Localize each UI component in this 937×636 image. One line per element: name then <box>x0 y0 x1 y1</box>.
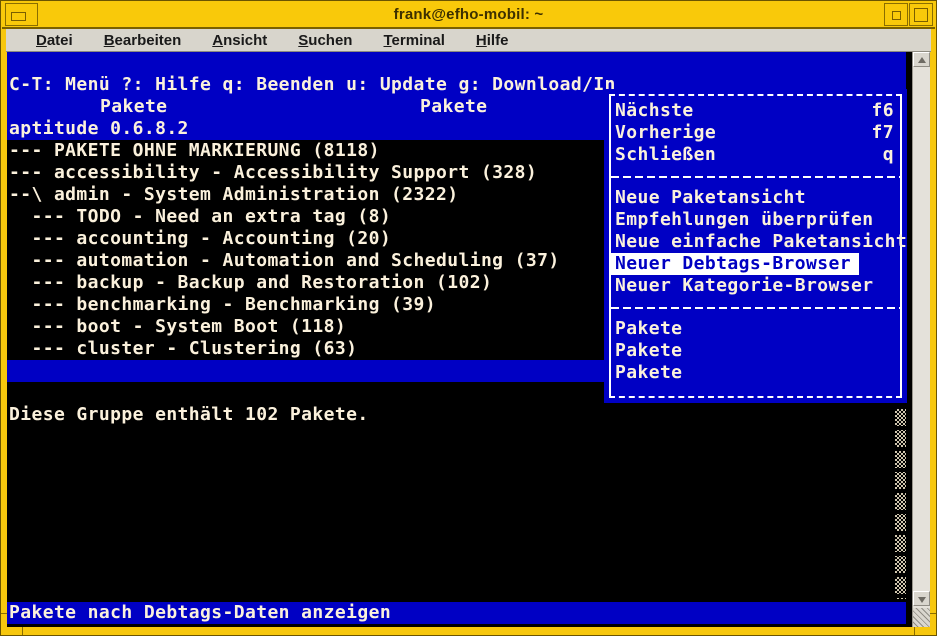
menu-item-schliessen[interactable]: Schließen q <box>611 144 900 166</box>
scrollbar-up-button[interactable] <box>913 52 930 67</box>
menu-separator <box>611 297 900 318</box>
menu-item-pakete-3[interactable]: Pakete <box>611 362 900 384</box>
menu-item-neue-einfache-paketansicht[interactable]: Neue einfache Paketansicht <box>611 231 900 253</box>
window-shade-button[interactable] <box>884 3 908 26</box>
aptitude-menubar[interactable]: Aktionen Rückgängig Paket Auflöser Suche… <box>7 52 906 74</box>
terminal-scrollbar[interactable] <box>912 52 930 627</box>
shade-icon <box>892 11 901 20</box>
window-titlebar[interactable]: frank@efho-mobil: ~ <box>2 2 935 29</box>
menu-hilfe[interactable]: Hilfe <box>476 32 509 49</box>
arrow-up-icon <box>918 57 926 63</box>
menu-suchen[interactable]: Suchen <box>298 32 352 49</box>
menu-item-neuer-kategorie-browser[interactable]: Neuer Kategorie-Browser <box>611 275 900 297</box>
menu-separator <box>611 166 900 187</box>
ansichten-dropdown-menu: Nächste f6 Vorherige f7 Schließen q Neue… <box>604 89 907 403</box>
terminal-window: frank@efho-mobil: ~ Datei Bearbeiten Ans… <box>0 0 937 636</box>
frame-notch <box>930 613 936 614</box>
menu-item-neue-paketansicht[interactable]: Neue Paketansicht <box>611 187 900 209</box>
menu-item-shortcut: f7 <box>872 122 894 144</box>
menu-bearbeiten[interactable]: Bearbeiten <box>104 32 182 49</box>
tab-pakete-1[interactable]: Pakete <box>100 96 167 118</box>
window-title: frank@efho-mobil: ~ <box>2 6 935 23</box>
window-resize-grip[interactable] <box>913 608 930 627</box>
frame-notch <box>914 627 915 635</box>
menu-item-neuer-debtags-browser[interactable]: Neuer Debtags-Browser <box>611 253 859 275</box>
menubar: Datei Bearbeiten Ansicht Suchen Terminal… <box>6 29 931 52</box>
menu-item-label: Vorherige <box>615 122 716 144</box>
menu-item-empfehlungen[interactable]: Empfehlungen überprüfen <box>611 209 900 231</box>
group-info-text: Diese Gruppe enthält 102 Pakete. <box>7 404 906 426</box>
arrow-down-icon <box>918 597 926 603</box>
tab-pakete-2[interactable]: Pakete <box>420 96 487 118</box>
menu-datei[interactable]: Datei <box>36 32 73 49</box>
menu-item-pakete-2[interactable]: Pakete <box>611 340 900 362</box>
frame-notch <box>1 613 7 614</box>
scrollbar-down-button[interactable] <box>913 591 930 606</box>
maximize-icon <box>914 8 928 22</box>
menu-item-vorherige[interactable]: Vorherige f7 <box>611 122 900 144</box>
menu-item-label: Schließen <box>615 144 716 166</box>
menu-item-naechste[interactable]: Nächste f6 <box>611 100 900 122</box>
menu-item-shortcut: q <box>883 144 894 166</box>
menu-item-pakete-1[interactable]: Pakete <box>611 318 900 340</box>
window-maximize-button[interactable] <box>909 3 933 26</box>
dropdown-border-box: Nächste f6 Vorherige f7 Schließen q Neue… <box>609 94 902 398</box>
aptitude-status-bar: Pakete nach Debtags-Daten anzeigen <box>7 602 906 624</box>
menu-item-label: Nächste <box>615 100 694 122</box>
menu-item-shortcut: f6 <box>872 100 894 122</box>
aptitude-pane-scrollbar <box>895 409 906 599</box>
menu-ansicht[interactable]: Ansicht <box>212 32 267 49</box>
menu-terminal[interactable]: Terminal <box>383 32 444 49</box>
frame-notch <box>22 627 23 635</box>
terminal-screen[interactable]: Aktionen Rückgängig Paket Auflöser Suche… <box>7 52 930 627</box>
